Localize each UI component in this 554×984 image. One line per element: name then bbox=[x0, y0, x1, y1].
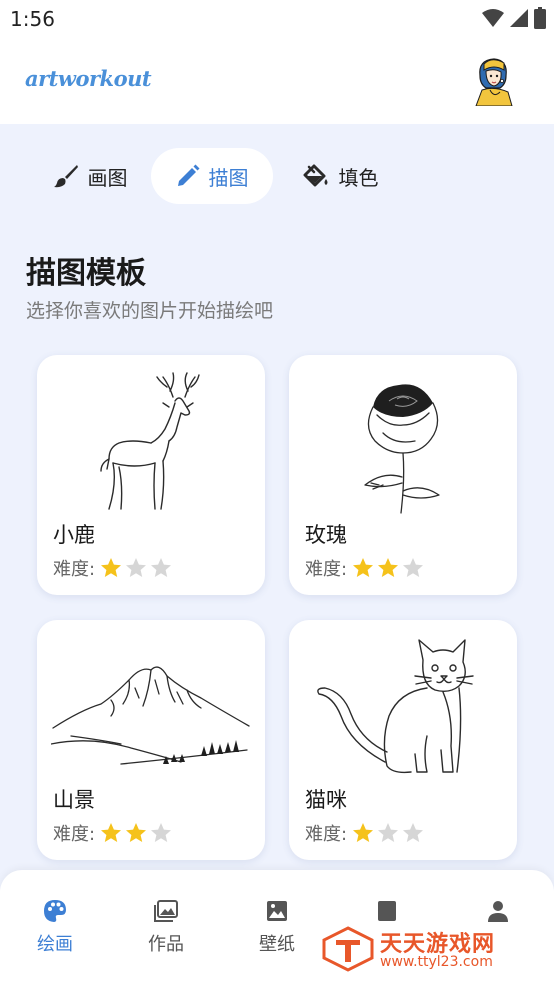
star-filled-icon bbox=[378, 558, 399, 577]
gallery-icon bbox=[154, 900, 178, 922]
nav-item-works[interactable]: 作品 bbox=[121, 898, 211, 956]
app-header: artworkout bbox=[0, 38, 554, 124]
difficulty-label: 难度: bbox=[53, 559, 96, 580]
tab-draw-label: 画图 bbox=[87, 165, 128, 190]
pencil-icon bbox=[177, 164, 199, 186]
star-empty-icon bbox=[378, 823, 399, 842]
image-icon bbox=[267, 901, 287, 921]
tab-fill-label: 填色 bbox=[338, 165, 379, 190]
watermark: 天天游戏网 www.ttyl23.com bbox=[322, 926, 522, 974]
template-card-rose[interactable]: 玫瑰 难度: bbox=[289, 355, 517, 595]
nav-item-paint[interactable]: 绘画 bbox=[10, 898, 100, 956]
paint-bucket-icon bbox=[303, 164, 327, 187]
signal-icon bbox=[510, 9, 528, 27]
star-rating bbox=[99, 556, 173, 580]
app-logo: artworkout bbox=[25, 66, 152, 91]
nav-paint-label: 绘画 bbox=[37, 934, 73, 955]
section-subtitle: 选择你喜欢的图片开始描绘吧 bbox=[26, 300, 274, 322]
star-filled-icon bbox=[353, 823, 374, 842]
book-icon bbox=[378, 901, 396, 921]
template-card-deer[interactable]: 小鹿 难度: bbox=[37, 355, 265, 595]
tab-trace[interactable]: 描图 bbox=[151, 148, 273, 204]
status-bar: 1:56 bbox=[0, 0, 554, 38]
difficulty-rating: 难度: bbox=[305, 555, 425, 581]
star-rating bbox=[351, 821, 425, 845]
watermark-url: www.ttyl23.com bbox=[380, 954, 493, 970]
avatar[interactable] bbox=[470, 54, 516, 107]
brush-icon bbox=[53, 165, 78, 188]
star-rating bbox=[351, 556, 425, 580]
difficulty-rating: 难度: bbox=[305, 820, 425, 846]
tab-trace-label: 描图 bbox=[208, 165, 249, 190]
star-empty-icon bbox=[126, 558, 147, 577]
difficulty-label: 难度: bbox=[305, 824, 348, 845]
star-empty-icon bbox=[403, 823, 424, 842]
star-empty-icon bbox=[151, 558, 172, 577]
star-filled-icon bbox=[101, 823, 122, 842]
star-rating bbox=[99, 821, 173, 845]
star-empty-icon bbox=[151, 823, 172, 842]
battery-icon bbox=[534, 7, 546, 29]
status-icons bbox=[482, 7, 546, 29]
watermark-logo-icon bbox=[322, 926, 374, 972]
section-title: 描图模板 bbox=[26, 256, 146, 291]
template-name: 山景 bbox=[53, 788, 95, 812]
difficulty-rating: 难度: bbox=[53, 820, 173, 846]
nav-wallpaper-label: 壁纸 bbox=[259, 934, 295, 955]
star-filled-icon bbox=[353, 558, 374, 577]
star-empty-icon bbox=[403, 558, 424, 577]
template-card-cat[interactable]: 猫咪 难度: bbox=[289, 620, 517, 860]
profile-icon bbox=[488, 901, 508, 922]
tab-fill[interactable]: 填色 bbox=[280, 148, 400, 204]
template-name: 玫瑰 bbox=[305, 523, 347, 547]
palette-icon bbox=[44, 900, 66, 922]
star-filled-icon bbox=[126, 823, 147, 842]
difficulty-label: 难度: bbox=[53, 824, 96, 845]
difficulty-rating: 难度: bbox=[53, 555, 173, 581]
status-time: 1:56 bbox=[10, 7, 55, 31]
cat-illustration bbox=[317, 639, 474, 774]
template-name: 小鹿 bbox=[53, 523, 95, 547]
template-name: 猫咪 bbox=[305, 788, 347, 812]
wifi-icon bbox=[482, 9, 504, 27]
nav-works-label: 作品 bbox=[148, 934, 184, 955]
rose-illustration bbox=[364, 384, 440, 514]
difficulty-label: 难度: bbox=[305, 559, 348, 580]
star-filled-icon bbox=[101, 558, 122, 577]
mode-tabs: 画图 描图 填色 bbox=[0, 148, 554, 204]
avatar-portrait-icon bbox=[475, 58, 513, 107]
deer-illustration bbox=[100, 372, 200, 510]
tab-draw[interactable]: 画图 bbox=[30, 148, 150, 204]
mountain-illustration bbox=[51, 666, 250, 765]
nav-item-wallpaper[interactable]: 壁纸 bbox=[232, 898, 322, 956]
template-card-mountain[interactable]: 山景 难度: bbox=[37, 620, 265, 860]
